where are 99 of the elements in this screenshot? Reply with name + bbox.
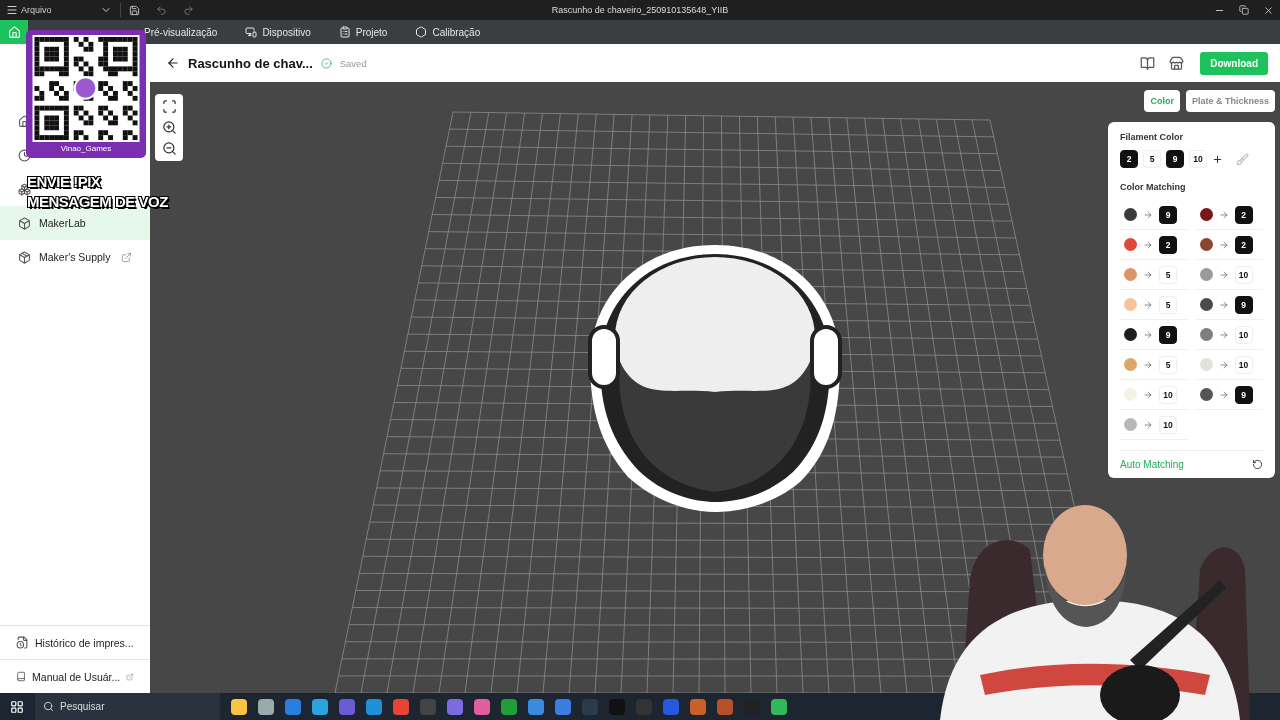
store-icon[interactable]: [1169, 55, 1185, 71]
external-link-icon: [126, 671, 134, 682]
section-title: Filament Color: [1120, 132, 1184, 142]
book-icon: [16, 670, 27, 683]
cube-icon: [18, 216, 31, 230]
filament-chip[interactable]: 5: [1143, 150, 1161, 168]
color-dot[interactable]: [1199, 208, 1213, 221]
color-dot[interactable]: [1199, 358, 1213, 371]
app-icon[interactable]: [528, 698, 544, 715]
zoom-out-icon[interactable]: [161, 141, 177, 156]
search-field[interactable]: Pesquisar: [35, 693, 220, 720]
color-dot[interactable]: [1124, 298, 1137, 311]
reset-icon[interactable]: [1252, 459, 1263, 470]
color-dot[interactable]: [1124, 358, 1137, 371]
filament-chip[interactable]: 10: [1159, 385, 1177, 404]
arrow-icon: [1218, 269, 1229, 280]
app-icon[interactable]: [231, 698, 247, 715]
section-title: Color Matching: [1120, 182, 1187, 192]
filament-chip[interactable]: 10: [1234, 265, 1253, 284]
zoom-in-icon[interactable]: [161, 120, 177, 135]
arrow-icon: [1218, 389, 1229, 400]
filament-chip[interactable]: 5: [1159, 295, 1177, 314]
filament-chip[interactable]: 5: [1159, 265, 1177, 284]
hexagon-icon: [415, 26, 428, 38]
color-dot[interactable]: [1124, 418, 1137, 431]
color-dot[interactable]: [1124, 268, 1137, 281]
project-title: Rascunho de chav...: [188, 55, 313, 71]
color-dot[interactable]: [1124, 208, 1137, 221]
filament-chip[interactable]: 10: [1234, 355, 1253, 374]
view-reset-icon[interactable]: [161, 99, 177, 114]
redo-icon[interactable]: [182, 4, 194, 16]
color-dot[interactable]: [1124, 238, 1137, 251]
app-icon[interactable]: [393, 698, 409, 715]
app-icon[interactable]: [312, 698, 328, 715]
filament-chip[interactable]: 10: [1159, 415, 1177, 434]
app-icon[interactable]: [474, 698, 490, 715]
filament-chip[interactable]: 2: [1120, 150, 1138, 168]
arrow-icon: [1218, 209, 1229, 220]
home-icon: [7, 25, 21, 39]
app-icon[interactable]: [258, 698, 274, 715]
restore-icon[interactable]: [1239, 4, 1249, 15]
check-icon: [320, 57, 332, 69]
channel-name: Vinao_Games: [60, 144, 112, 153]
color-dot[interactable]: [1199, 238, 1213, 251]
book-icon[interactable]: [1140, 55, 1156, 71]
menu-icon: [6, 4, 18, 16]
filament-chip[interactable]: 5: [1159, 355, 1177, 374]
filament-chip[interactable]: 10: [1234, 325, 1253, 344]
arrow-icon: [1218, 359, 1229, 370]
history-icon: [16, 636, 29, 649]
arrow-icon: [1143, 359, 1153, 370]
app-icon[interactable]: [366, 698, 382, 715]
color-dot[interactable]: [1199, 328, 1213, 341]
start-icon[interactable]: [10, 699, 24, 714]
undo-icon[interactable]: [155, 4, 167, 16]
filament-chip[interactable]: 2: [1234, 205, 1253, 224]
arrow-icon: [1218, 329, 1229, 340]
nav-tab[interactable]: Projeto: [324, 20, 402, 44]
filament-chip[interactable]: 10: [1189, 150, 1207, 168]
search-icon: [43, 701, 54, 712]
arrow-icon: [1143, 209, 1153, 220]
saved-status: Saved: [339, 57, 367, 69]
color-dot[interactable]: [1199, 268, 1213, 281]
filament-chip[interactable]: 9: [1234, 295, 1253, 314]
nav-tab[interactable]: Calibração: [401, 20, 495, 44]
arrow-icon: [1143, 239, 1153, 250]
package-icon: [18, 250, 31, 264]
alert-text: ENVIE !PIX: [27, 172, 104, 192]
app-icon[interactable]: [501, 698, 517, 715]
arrow-icon: [1143, 419, 1153, 430]
nav-tab[interactable]: Dispositivo: [231, 20, 325, 44]
home-button[interactable]: [0, 20, 28, 44]
arrow-icon: [1143, 329, 1153, 340]
save-icon[interactable]: [128, 4, 140, 16]
arrow-icon: [1143, 299, 1153, 310]
sidebar-item[interactable]: Maker's Supply: [0, 240, 150, 274]
arrow-icon: [1218, 299, 1229, 310]
color-dot[interactable]: [1199, 388, 1213, 401]
filament-chip[interactable]: 9: [1166, 150, 1184, 168]
app-icon[interactable]: [771, 698, 787, 715]
list-icon: [338, 26, 351, 38]
arrow-icon: [1143, 269, 1153, 280]
add-icon[interactable]: [1212, 153, 1223, 165]
filament-chip[interactable]: 2: [1159, 235, 1177, 254]
external-link-icon: [121, 251, 132, 263]
close-icon[interactable]: [1263, 4, 1274, 16]
panel-tab[interactable]: Plate & Thickness: [1185, 90, 1275, 112]
back-icon[interactable]: [166, 56, 180, 70]
color-dot[interactable]: [1199, 298, 1213, 311]
filament-chip[interactable]: 9: [1159, 325, 1177, 344]
filament-chip[interactable]: 9: [1234, 385, 1253, 404]
file-menu[interactable]: Arquivo: [6, 4, 52, 16]
color-dot[interactable]: [1124, 328, 1137, 341]
window-title: Rascunho de chaveiro_250910135648_YIIB: [551, 5, 729, 15]
arrow-icon: [1143, 389, 1153, 400]
filament-chip[interactable]: 9: [1159, 205, 1177, 224]
arrow-icon: [1218, 239, 1229, 250]
device-icon: [245, 26, 258, 38]
filament-chip[interactable]: 2: [1234, 235, 1253, 254]
